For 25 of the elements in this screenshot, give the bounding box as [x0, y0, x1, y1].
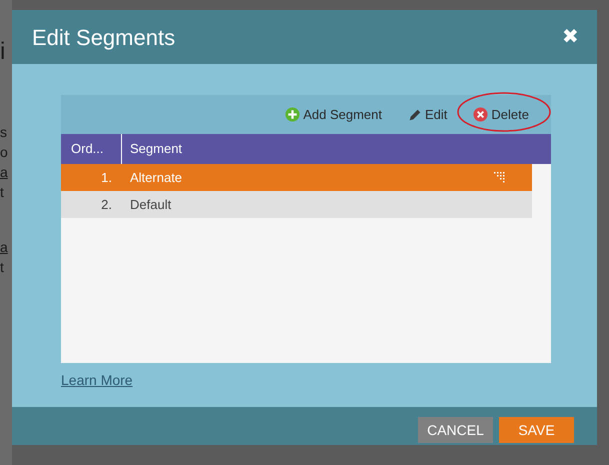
- learn-more-link[interactable]: Learn More: [61, 370, 133, 391]
- order-cell-text: 1.: [100, 168, 113, 187]
- table-row[interactable]: 2. Default: [61, 191, 532, 218]
- drag-handle-icon[interactable]: [494, 172, 506, 183]
- segment-cell-text: Alternate: [129, 168, 184, 187]
- order-cell-text: 2.: [100, 196, 113, 214]
- save-button[interactable]: SAVE: [499, 417, 574, 443]
- table-row[interactable]: 1. Alternate: [61, 164, 532, 191]
- segment-cell-text: Default: [129, 196, 172, 214]
- close-button[interactable]: ✖: [562, 27, 579, 47]
- pencil-icon: [408, 108, 422, 122]
- plus-icon: [285, 107, 300, 122]
- column-header[interactable]: Segment: [122, 134, 551, 164]
- dialog-title: Edit Segments: [32, 24, 176, 52]
- page-link[interactable]: a: [0, 162, 8, 182]
- page-text: t: [0, 183, 4, 202]
- edit-button[interactable]: Edit: [402, 102, 454, 126]
- page-text: t: [0, 258, 4, 277]
- page-link[interactable]: a: [0, 237, 8, 257]
- add-button[interactable]: Add Segment: [279, 102, 388, 126]
- close-icon: [473, 107, 488, 122]
- page-text: o: [0, 143, 8, 162]
- cancel-button[interactable]: CANCEL: [418, 417, 493, 443]
- page-heading: i: [0, 38, 6, 66]
- page-text: s: [0, 123, 7, 142]
